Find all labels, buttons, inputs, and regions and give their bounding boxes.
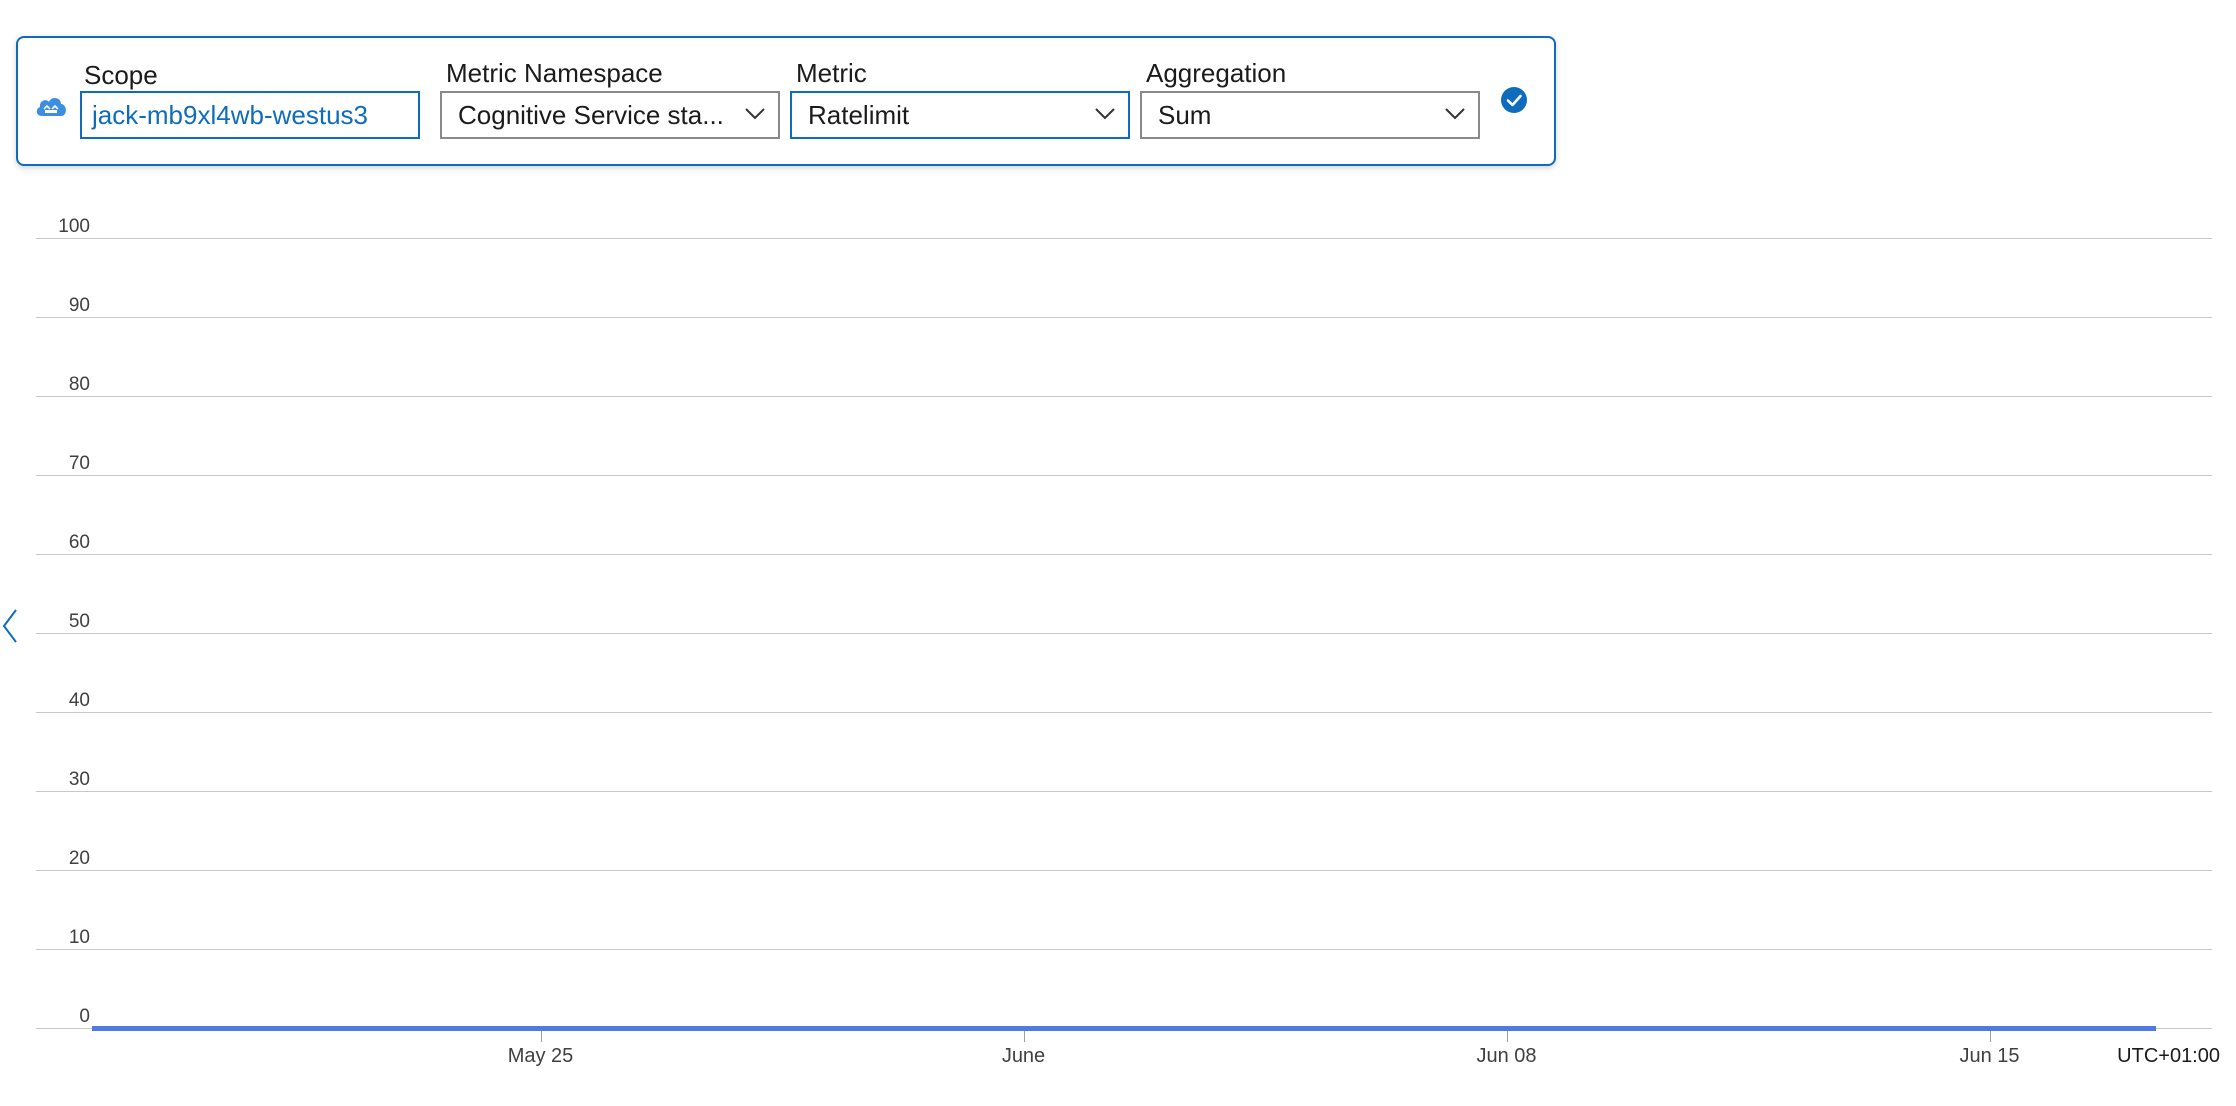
gridline xyxy=(36,475,2212,476)
namespace-value: Cognitive Service sta... xyxy=(458,100,724,130)
gridline xyxy=(36,238,2212,239)
namespace-label: Metric Namespace xyxy=(446,58,663,88)
metric-dropdown[interactable]: Ratelimit xyxy=(790,91,1130,139)
x-tick-label: Jun 15 xyxy=(1959,1045,2020,1067)
metric-value: Ratelimit xyxy=(808,100,910,130)
gridline xyxy=(36,317,2212,318)
chevron-down-icon xyxy=(1445,108,1465,120)
y-tick-label: 70 xyxy=(68,453,90,474)
x-tick-mark xyxy=(1023,1030,1025,1042)
gridline xyxy=(36,870,2212,871)
y-tick-label: 50 xyxy=(68,611,90,632)
x-tick-label: May 25 xyxy=(507,1045,574,1067)
y-tick-label: 40 xyxy=(68,690,90,711)
gridline xyxy=(36,396,2212,397)
namespace-dropdown[interactable]: Cognitive Service sta... xyxy=(440,91,780,139)
chevron-left-icon[interactable] xyxy=(0,606,20,646)
check-circle-icon[interactable] xyxy=(1500,86,1528,114)
metric-label: Metric xyxy=(796,58,867,88)
series-line xyxy=(92,1026,2156,1031)
timezone-label: UTC+01:00 xyxy=(2117,1045,2220,1067)
y-tick-label: 80 xyxy=(68,374,90,395)
y-tick-label: 100 xyxy=(58,216,90,237)
y-tick-label: 60 xyxy=(68,532,90,553)
scope-label: Scope xyxy=(84,60,158,90)
gridline xyxy=(36,791,2212,792)
scope-input[interactable]: jack-mb9xl4wb-westus3 xyxy=(80,91,420,139)
y-tick-label: 10 xyxy=(68,927,90,948)
y-tick-label: 0 xyxy=(79,1006,90,1027)
cloud-resource-icon xyxy=(34,92,68,120)
gridline xyxy=(36,554,2212,555)
aggregation-label: Aggregation xyxy=(1146,58,1287,88)
gridline xyxy=(36,712,2212,713)
chevron-down-icon xyxy=(1095,108,1115,120)
gridline xyxy=(36,633,2212,634)
x-tick-label: Jun 08 xyxy=(1476,1045,1537,1067)
x-tick-label: June xyxy=(1001,1045,1046,1067)
gridline xyxy=(36,949,2212,950)
y-tick-label: 90 xyxy=(68,295,90,316)
chevron-down-icon xyxy=(745,108,765,120)
x-tick-mark xyxy=(1506,1030,1508,1042)
y-tick-label: 30 xyxy=(68,769,90,790)
aggregation-value: Sum xyxy=(1158,100,1212,130)
x-tick-mark xyxy=(1989,1030,1991,1042)
x-tick-mark xyxy=(540,1030,542,1042)
metric-picker-panel: Scope jack-mb9xl4wb-westus3 Metric Names… xyxy=(16,36,1556,166)
y-tick-label: 20 xyxy=(68,848,90,869)
aggregation-dropdown[interactable]: Sum xyxy=(1140,91,1480,139)
